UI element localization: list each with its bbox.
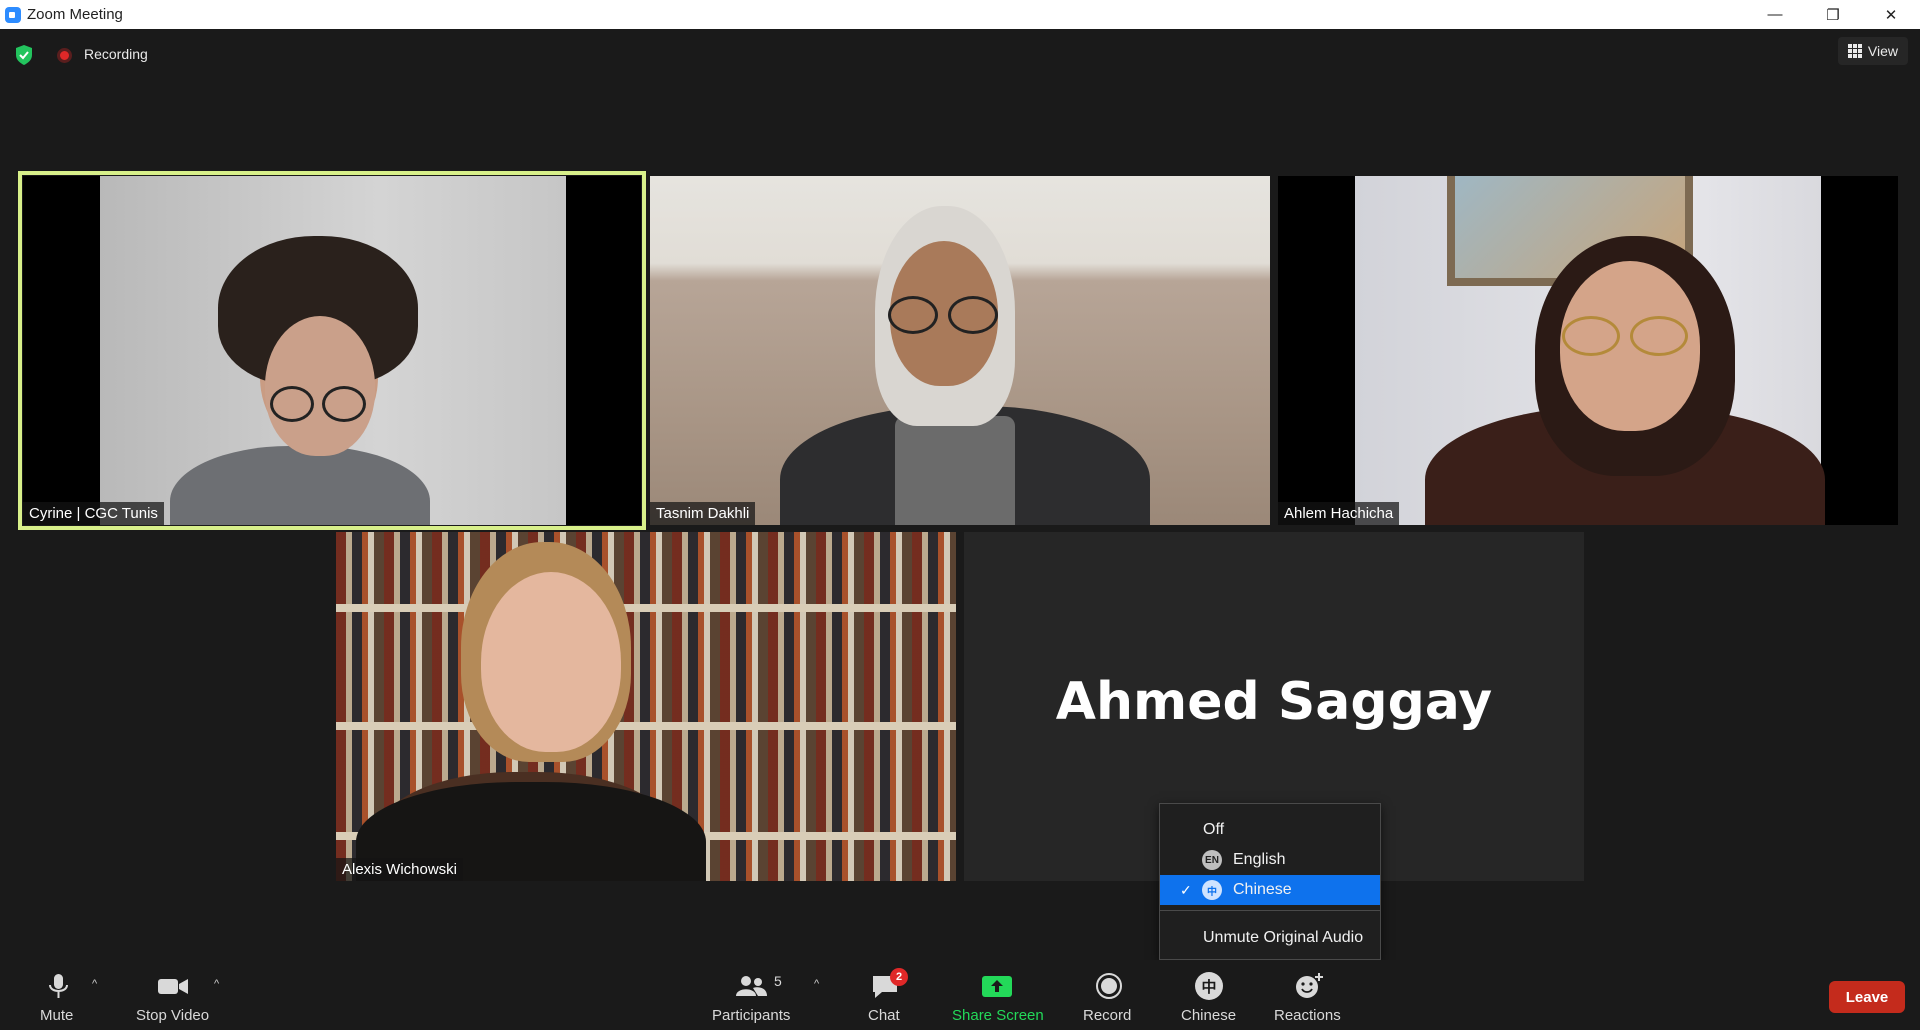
interpretation-icon-glyph: 中 xyxy=(1195,972,1223,1000)
interpretation-language-menu: Off EN English ✓ 中 Chinese Unmute Origin… xyxy=(1159,803,1381,960)
participant-display-name: Ahmed Saggay xyxy=(1055,672,1493,732)
participant-name: Cyrine | CGC Tunis xyxy=(23,502,164,525)
share-screen-button[interactable]: Share Screen xyxy=(951,970,1044,1025)
participants-icon xyxy=(736,976,767,996)
zoom-app-icon xyxy=(5,6,21,23)
record-icon xyxy=(1096,973,1122,999)
participants-button[interactable]: 5 Participants xyxy=(712,970,796,1025)
interpretation-globe-icon: 中 xyxy=(1192,972,1226,1000)
reactions-button[interactable]: Reactions xyxy=(1274,970,1344,1025)
video-feed xyxy=(100,176,566,525)
share-screen-label: Share Screen xyxy=(952,1007,1044,1024)
video-feed xyxy=(336,532,956,881)
chat-button[interactable]: 2 Chat xyxy=(866,968,908,1025)
meeting-toolbar: Mute ^ Stop Video ^ 5 Participants ^ 2 C… xyxy=(0,960,1920,1030)
video-feed xyxy=(650,176,1270,525)
recording-label[interactable]: Recording xyxy=(84,46,148,62)
close-button[interactable]: ✕ xyxy=(1862,0,1920,29)
participants-label: Participants xyxy=(712,1007,791,1024)
video-options-caret-icon[interactable]: ^ xyxy=(214,978,219,990)
encryption-shield-icon[interactable] xyxy=(15,45,33,65)
minimize-button[interactable]: — xyxy=(1746,0,1804,29)
mute-label: Mute xyxy=(40,1007,74,1024)
video-camera-icon xyxy=(158,979,188,994)
meeting-topbar: Recording View xyxy=(0,29,1920,79)
chat-unread-badge: 2 xyxy=(890,968,908,986)
menu-divider xyxy=(1160,910,1380,911)
recording-dot-icon xyxy=(57,48,72,63)
menu-item-unmute-original-audio[interactable]: Unmute Original Audio xyxy=(1160,923,1380,953)
chat-label: Chat xyxy=(868,1007,900,1024)
window-controls: — ❐ ✕ xyxy=(1746,0,1920,29)
participant-name: Tasnim Dakhli xyxy=(650,502,756,525)
window-title: Zoom Meeting xyxy=(27,6,123,23)
restore-button[interactable]: ❐ xyxy=(1804,0,1862,29)
english-language-icon: EN xyxy=(1202,850,1222,870)
interpretation-label: Chinese xyxy=(1181,1007,1237,1024)
record-label: Record xyxy=(1083,1007,1132,1024)
participants-options-caret-icon[interactable]: ^ xyxy=(814,978,819,990)
reactions-smiley-icon xyxy=(1296,973,1323,998)
menu-item-label: Off xyxy=(1203,821,1225,838)
record-button[interactable]: Record xyxy=(1083,970,1135,1025)
participant-name: Ahlem Hachicha xyxy=(1278,502,1400,525)
view-label: View xyxy=(1867,43,1898,59)
video-tile-cyrine[interactable]: Cyrine | CGC Tunis xyxy=(23,176,641,525)
participants-count: 5 xyxy=(774,973,782,989)
stop-video-label: Stop Video xyxy=(136,1007,210,1024)
grid-view-icon xyxy=(1847,44,1862,58)
video-tile-tasnim[interactable]: Tasnim Dakhli xyxy=(650,176,1270,525)
interpretation-button[interactable]: 中 Chinese xyxy=(1180,970,1238,1025)
chinese-language-icon: 中 xyxy=(1202,880,1222,900)
audio-options-caret-icon[interactable]: ^ xyxy=(92,978,97,990)
video-tile-alexis[interactable]: Alexis Wichowski xyxy=(336,532,956,881)
view-button[interactable]: View xyxy=(1837,37,1908,65)
participant-name: Alexis Wichowski xyxy=(336,858,464,881)
share-screen-icon xyxy=(982,976,1012,997)
reactions-label: Reactions xyxy=(1274,1007,1341,1024)
window-titlebar: Zoom Meeting — ❐ ✕ xyxy=(0,0,1920,29)
microphone-icon xyxy=(49,974,68,998)
menu-item-label: Unmute Original Audio xyxy=(1203,929,1364,946)
menu-item-english[interactable]: EN English xyxy=(1160,845,1380,875)
video-feed xyxy=(1355,176,1825,525)
menu-item-off[interactable]: Off xyxy=(1160,815,1380,845)
leave-meeting-button[interactable]: Leave xyxy=(1829,981,1905,1013)
menu-item-label: English xyxy=(1233,851,1286,868)
mute-button[interactable]: Mute xyxy=(38,970,78,1025)
checkmark-icon: ✓ xyxy=(1180,881,1192,898)
menu-item-chinese[interactable]: ✓ 中 Chinese xyxy=(1160,875,1380,905)
menu-item-label: Chinese xyxy=(1233,881,1292,898)
stop-video-button[interactable]: Stop Video xyxy=(136,970,226,1025)
video-tile-ahlem[interactable]: Ahlem Hachicha xyxy=(1278,176,1898,525)
